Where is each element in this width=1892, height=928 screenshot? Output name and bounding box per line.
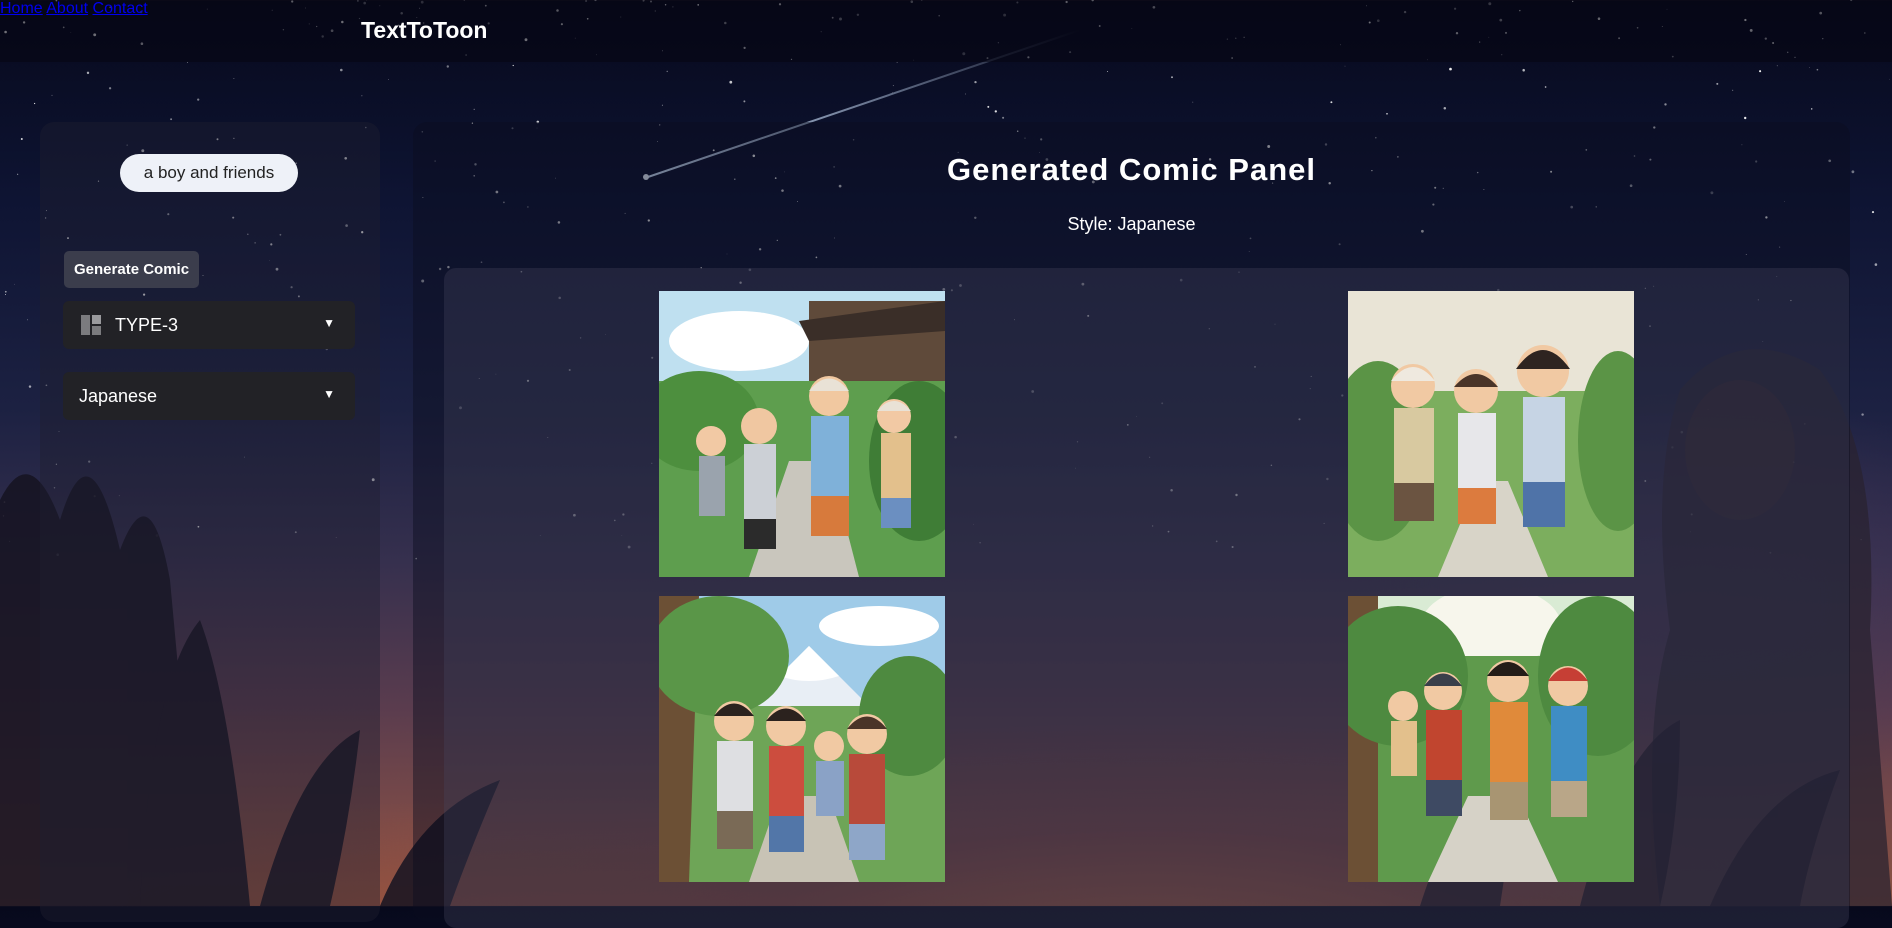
art-style-value: Japanese — [79, 386, 158, 406]
art-style-select[interactable]: Japanese ▼ — [63, 372, 355, 420]
comic-panel-2[interactable] — [1348, 291, 1634, 577]
comic-panel-3[interactable] — [659, 596, 945, 882]
prompt-input[interactable]: a boy and friends — [120, 154, 298, 192]
nav-about[interactable]: About — [46, 0, 88, 17]
brand-logo[interactable]: TextToToon — [361, 17, 487, 44]
nav-contact[interactable]: Contact — [93, 0, 148, 17]
page-title: Generated Comic Panel — [946, 152, 1316, 187]
generate-comic-button[interactable]: Generate Comic — [64, 251, 200, 288]
layout-grid-icon — [81, 315, 101, 335]
comic-panel-4[interactable] — [1348, 596, 1634, 882]
layout-type-select[interactable]: TYPE-3 ▼ — [63, 301, 355, 349]
comic-panel-grid — [444, 268, 1849, 928]
nav-home[interactable]: Home — [0, 0, 43, 17]
chevron-down-icon: ▼ — [323, 387, 335, 401]
layout-type-value: TYPE-3 — [115, 315, 179, 335]
comic-output-section: Generated Comic Panel Style: Japanese — [413, 122, 1850, 928]
chevron-down-icon: ▼ — [323, 316, 335, 330]
top-navbar: TextToToon Home About Contact — [0, 0, 1892, 62]
control-sidebar: a boy and friends Generate Comic TYPE-3 … — [40, 122, 380, 922]
style-caption: Style: Japanese — [1067, 214, 1196, 234]
comic-panel-1[interactable] — [659, 291, 945, 577]
